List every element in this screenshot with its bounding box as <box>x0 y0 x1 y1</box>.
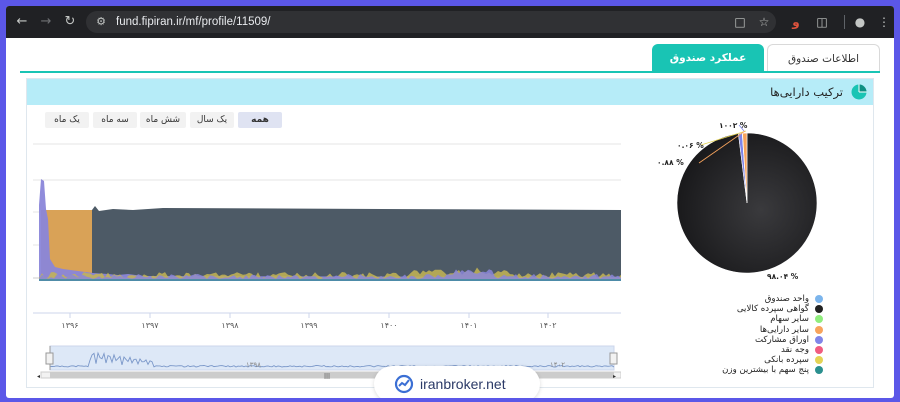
navigator-left-handle[interactable] <box>45 352 54 365</box>
iranbroker-logo-icon <box>394 374 414 394</box>
fund-tabs: عملکرد صندوق اطلاعات صندوق <box>20 44 880 72</box>
legend-item[interactable]: واحد صندوق <box>623 294 823 304</box>
legend-color-swatch <box>815 325 823 334</box>
series-area-commodity-certificates <box>92 206 621 281</box>
legend-item[interactable]: اوراق مشارکت <box>623 335 823 345</box>
legend-item[interactable]: سایر سهام <box>623 314 823 324</box>
legend-label: وجه نقد <box>780 344 809 355</box>
reload-icon[interactable]: ↻ <box>62 14 78 30</box>
pie-legend: واحد صندوق گواهی سپرده کالایی سایر سهام سای… <box>623 294 823 376</box>
legend-label: پنج سهم با بیشترین وزن <box>722 365 809 376</box>
cast-icon[interactable]: □ <box>732 14 748 30</box>
url-text[interactable]: fund.fipiran.ir/mf/profile/11509/ <box>116 14 270 30</box>
legend-item[interactable]: گواهی سپرده کالایی <box>623 304 823 314</box>
legend-label: سپرده بانکی <box>764 355 809 366</box>
legend-color-swatch <box>815 305 823 314</box>
legend-item[interactable]: وجه نقد <box>623 345 823 355</box>
legend-label: گواهی سپرده کالایی <box>736 304 809 315</box>
tab-fund-info[interactable]: اطلاعات صندوق <box>767 44 880 72</box>
legend-item[interactable]: سپرده بانکی <box>623 355 823 365</box>
back-icon[interactable]: ← <box>14 14 30 30</box>
menu-icon[interactable]: ⋮ <box>876 14 892 30</box>
x-tick-label: ۱۴۰۲ <box>539 321 556 330</box>
profile-icon[interactable]: ● <box>852 14 868 30</box>
panel-title: ترکیب دارایی‌ها <box>770 85 843 99</box>
legend-item[interactable]: سایر دارایی‌ها <box>623 325 823 335</box>
legend-color-swatch <box>815 315 823 324</box>
legend-label: اوراق مشارکت <box>754 334 809 345</box>
stock-chart: همه یک سال شش ماه سه ماه یک ماه ۱۳۹۶ ۱۳۹… <box>33 109 621 379</box>
site-info-icon[interactable]: ⚙ <box>94 15 108 29</box>
scroll-left-icon[interactable]: ◂ <box>37 373 40 379</box>
pie-chart: ۱۰۰۲ % ۰.۰۶ % ۰.۸۸ % ۹۸.۰۴ % <box>657 121 818 281</box>
scrollbar-grip-icon[interactable]: ||| <box>324 373 330 379</box>
scroll-right-icon[interactable]: ▸ <box>613 373 616 379</box>
legend-label: سایر سهام <box>770 314 809 325</box>
pie-label-commodity: ۹۸.۰۴ % <box>767 272 799 281</box>
area-chart-svg: ۱۳۹۶ ۱۳۹۷ ۱۳۹۸ ۱۳۹۹ ۱۴۰۰ ۱۴۰۱ ۱۴۰۲ ۱۳۹۸ ۱۴۰۲ |… <box>33 143 621 379</box>
pie-label-other-assets: ۱۰۰۲ % <box>719 121 748 130</box>
legend-label: سایر دارایی‌ها <box>759 324 809 335</box>
legend-color-swatch <box>815 335 823 344</box>
legend-color-swatch <box>815 356 823 365</box>
panel-header: ترکیب دارایی‌ها <box>27 79 873 105</box>
pie-chart-icon <box>851 84 867 100</box>
legend-color-swatch <box>815 345 823 354</box>
asset-composition-panel: ترکیب دارایی‌ها همه یک سال شش ماه سه ماه… <box>26 78 874 388</box>
x-tick-label: ۱۴۰۰ <box>380 321 397 330</box>
pie-label-bank-deposits: ۰.۰۶ % <box>677 141 704 150</box>
browser-toolbar: ← → ↻ ⚙ fund.fipiran.ir/mf/profile/11509… <box>6 6 894 38</box>
pie-slices <box>676 132 818 274</box>
x-axis-ticks: ۱۳۹۶ ۱۳۹۷ ۱۳۹۸ ۱۳۹۹ ۱۴۰۰ ۱۴۰۱ ۱۴۰۲ <box>61 313 557 330</box>
tab-underline <box>20 71 880 73</box>
toolbar-divider <box>844 15 845 29</box>
navigator-right-handle[interactable] <box>609 352 618 365</box>
puzzle-icon[interactable]: ◫ <box>814 14 830 30</box>
watermark-text: iranbroker.net <box>420 376 506 392</box>
extension-icon[interactable]: و <box>788 14 804 30</box>
browser-window: ← → ↻ ⚙ fund.fipiran.ir/mf/profile/11509… <box>6 6 894 398</box>
x-tick-label: ۱۴۰۱ <box>460 321 477 330</box>
watermark-badge: iranbroker.net <box>374 366 540 398</box>
star-icon[interactable]: ☆ <box>756 14 772 30</box>
legend-color-swatch <box>815 366 823 375</box>
x-tick-label: ۱۳۹۶ <box>61 321 78 330</box>
address-bar[interactable]: ⚙ fund.fipiran.ir/mf/profile/11509/ □ ☆ <box>86 11 776 33</box>
legend-color-swatch <box>815 295 823 303</box>
forward-icon[interactable]: → <box>38 14 54 30</box>
x-tick-label: ۱۳۹۹ <box>300 321 317 330</box>
tab-fund-performance[interactable]: عملکرد صندوق <box>652 44 764 72</box>
x-tick-label: ۱۳۹۸ <box>221 321 239 330</box>
legend-item[interactable]: پنج سهم با بیشترین وزن <box>623 365 823 375</box>
legend-label: واحد صندوق <box>764 294 809 304</box>
navigator-tick-label: ۱۳۹۸ <box>246 361 261 369</box>
pie-label-bonds: ۰.۸۸ % <box>657 158 684 167</box>
x-tick-label: ۱۳۹۷ <box>141 321 159 330</box>
navigator-tick-label: ۱۴۰۲ <box>550 361 565 369</box>
